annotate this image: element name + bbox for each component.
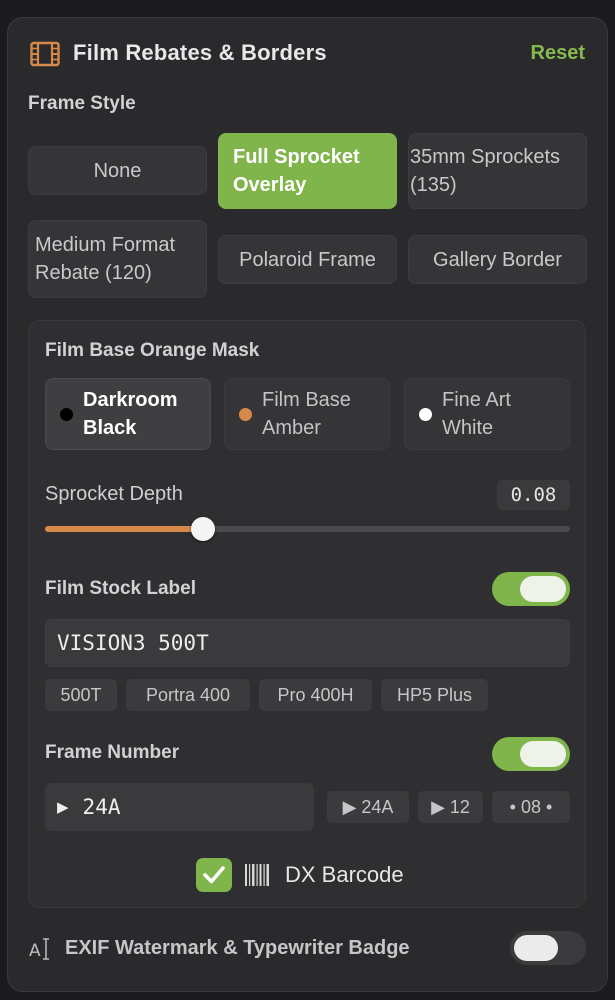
frame-style-label: Frame Style: [28, 93, 136, 114]
mask-darkroom-line2: Black: [83, 417, 137, 439]
film-stock-toggle[interactable]: [492, 572, 570, 606]
film-stock-chip-hp5[interactable]: HP5 Plus: [381, 679, 488, 711]
panel-title: Film Rebates & Borders: [73, 40, 327, 65]
frame-style-polaroid-label: Polaroid Frame: [239, 248, 376, 271]
black-swatch-icon: [60, 407, 73, 421]
frame-style-full-sprocket-button[interactable]: Full Sprocket Overlay: [218, 133, 397, 209]
film-stock-chip-500t[interactable]: 500T: [45, 679, 117, 711]
mask-darkroom-line1: Darkroom: [83, 389, 178, 411]
mask-darkroom-black-button[interactable]: Darkroom Black: [45, 378, 211, 450]
film-stock-chip-portra[interactable]: Portra 400: [126, 679, 250, 711]
frame-number-chip-12[interactable]: ▶ 12: [418, 791, 483, 823]
frame-style-medium-format-button[interactable]: Medium Format Rebate (120): [28, 220, 207, 298]
dx-barcode-checkbox[interactable]: [196, 858, 232, 892]
orange-mask-label: Film Base Orange Mask: [45, 340, 260, 361]
sprocket-depth-thumb[interactable]: [191, 517, 215, 541]
film-stock-input[interactable]: VISION3 500T: [45, 619, 570, 667]
mask-amber-line2: Amber: [262, 417, 321, 439]
frame-style-none-label: None: [93, 159, 142, 182]
dx-barcode-label: DX Barcode: [285, 862, 404, 887]
frame-number-label: Frame Number: [45, 742, 180, 763]
frame-style-gallery-button[interactable]: Gallery Border: [408, 235, 587, 284]
film-stock-label: Film Stock Label: [45, 578, 196, 599]
play-triangle-icon: ▶: [57, 798, 69, 816]
film-icon: [30, 41, 60, 67]
mask-amber-line1: Film Base: [262, 389, 351, 411]
amber-swatch-icon: [239, 407, 252, 421]
svg-text:A: A: [29, 941, 41, 961]
frame-number-chip-24a[interactable]: ▶ 24A: [327, 791, 409, 823]
white-swatch-icon: [419, 407, 432, 421]
exif-watermark-label: EXIF Watermark & Typewriter Badge: [65, 937, 410, 959]
mask-white-line1: Fine Art: [442, 389, 511, 411]
frame-style-gallery-label: Gallery Border: [433, 248, 562, 271]
frame-style-none-button[interactable]: None: [28, 146, 207, 195]
frame-number-value: 24A: [82, 795, 121, 819]
film-stock-toggle-knob: [520, 576, 566, 602]
reset-button[interactable]: Reset: [531, 42, 585, 65]
mask-film-base-amber-button[interactable]: Film Base Amber: [224, 378, 390, 450]
frame-style-full-sprocket-line1: Full Sprocket: [233, 146, 360, 168]
checkmark-icon: [203, 866, 225, 884]
exif-watermark-toggle-knob: [514, 935, 558, 961]
frame-style-polaroid-button[interactable]: Polaroid Frame: [218, 235, 397, 284]
barcode-icon: [245, 864, 269, 886]
mask-fine-art-white-button[interactable]: Fine Art White: [404, 378, 570, 450]
mask-white-line2: White: [442, 417, 494, 439]
frame-number-toggle-knob: [520, 741, 566, 767]
frame-style-medium-format-line1: Medium Format: [35, 234, 176, 256]
frame-number-input[interactable]: ▶ 24A: [45, 783, 314, 831]
frame-style-full-sprocket-line2: Overlay: [233, 174, 307, 196]
sprocket-depth-label: Sprocket Depth: [45, 483, 183, 505]
sprocket-depth-value[interactable]: 0.08: [497, 480, 570, 510]
exif-watermark-toggle[interactable]: [510, 931, 586, 965]
text-cursor-icon: A: [29, 938, 49, 961]
frame-style-35mm-line2: (135): [410, 174, 457, 196]
frame-style-35mm-button[interactable]: 35mm Sprockets (135): [408, 133, 587, 209]
film-stock-chip-pro400h[interactable]: Pro 400H: [259, 679, 372, 711]
sprocket-depth-fill: [45, 526, 203, 532]
frame-style-35mm-line1: 35mm Sprockets: [410, 146, 561, 168]
frame-number-toggle[interactable]: [492, 737, 570, 771]
frame-style-medium-format-line2: Rebate (120): [35, 262, 152, 284]
sprocket-depth-slider[interactable]: [45, 517, 570, 541]
frame-number-chip-08[interactable]: • 08 •: [492, 791, 570, 823]
